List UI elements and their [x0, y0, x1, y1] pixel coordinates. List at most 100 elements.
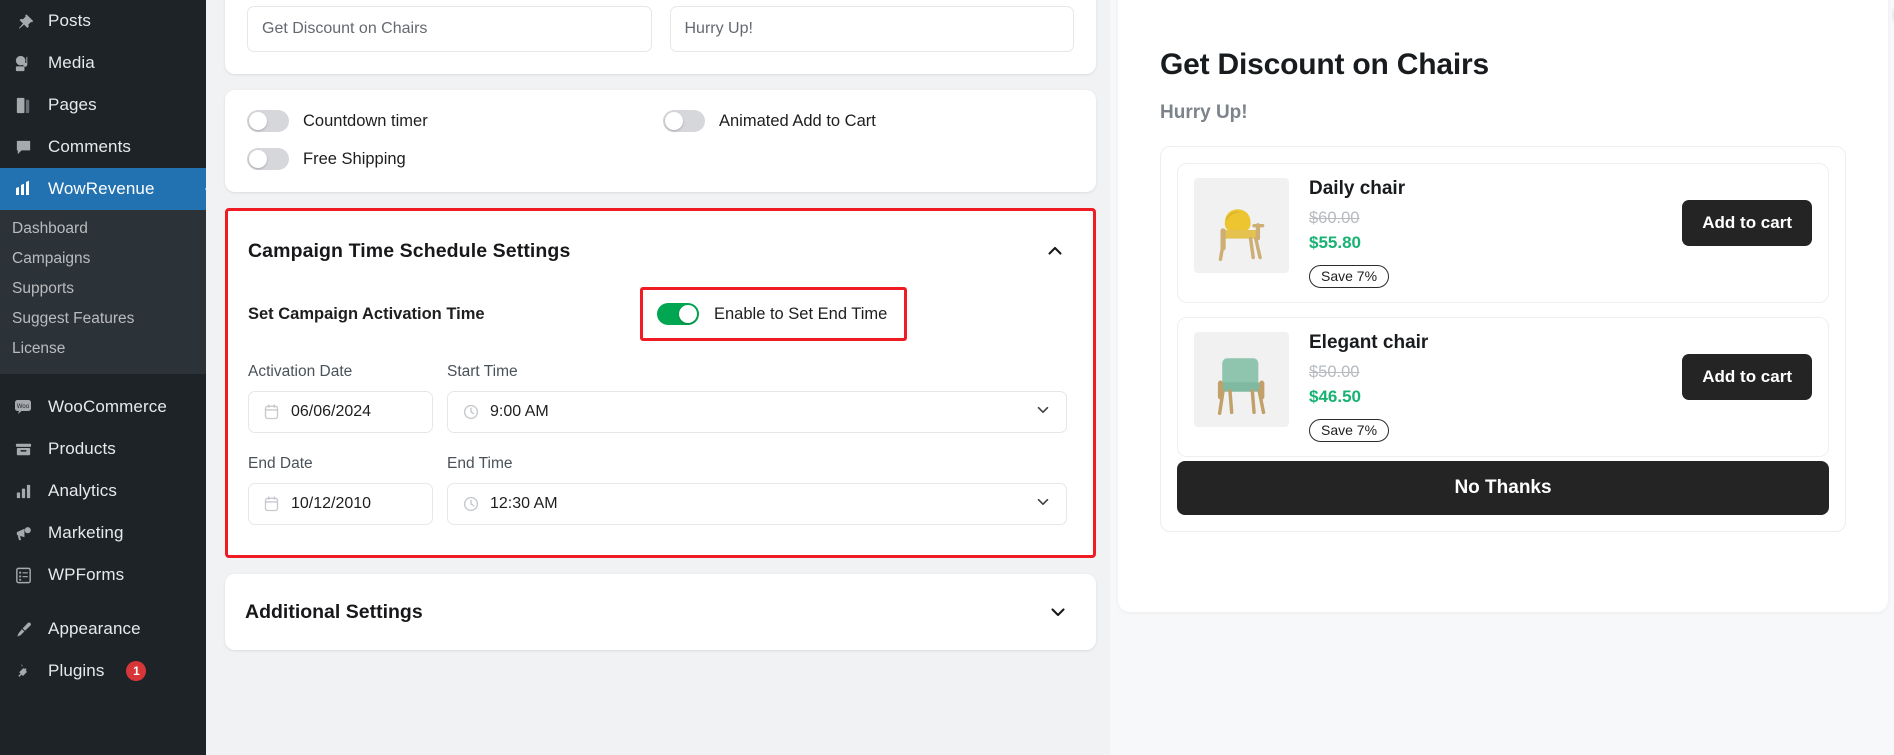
no-thanks-button[interactable]: No Thanks	[1177, 461, 1829, 515]
sidebar-item-label: Comments	[48, 137, 131, 156]
campaign-schedule-card: Campaign Time Schedule Settings Set Camp…	[228, 211, 1093, 555]
start-time-value: 9:00 AM	[490, 403, 549, 420]
wowrevenue-submenu: Dashboard Campaigns Supports Suggest Fea…	[0, 210, 206, 374]
sidebar-subitem-supports[interactable]: Supports	[0, 274, 206, 304]
sidebar-item-comments[interactable]: Comments	[0, 126, 206, 168]
additional-settings-card[interactable]: Additional Settings	[225, 574, 1096, 650]
sidebar-item-label: Appearance	[48, 619, 141, 638]
sidebar-item-marketing[interactable]: Marketing	[0, 512, 206, 554]
chevron-down-icon[interactable]	[1046, 600, 1070, 624]
sidebar-item-label: Plugins	[48, 661, 105, 680]
product-name: Elegant chair	[1309, 332, 1429, 353]
toggle-animated-add-to-cart[interactable]: Animated Add to Cart	[663, 110, 876, 132]
product-info: Elegant chair $50.00 $46.50 Save 7%	[1309, 332, 1662, 442]
enable-end-time-highlight: Enable to Set End Time	[640, 287, 908, 341]
sidebar-subitem-suggest-features[interactable]: Suggest Features	[0, 304, 206, 334]
sidebar-item-label: Pages	[48, 95, 97, 114]
calendar-icon	[263, 496, 280, 513]
campaign-title-input[interactable]: Get Discount on Chairs	[247, 6, 652, 52]
end-time-value: 12:30 AM	[490, 495, 558, 512]
activation-field-labels: Activation Date Start Time	[248, 363, 1067, 381]
schedule-section-highlight: Campaign Time Schedule Settings Set Camp…	[225, 208, 1096, 558]
wpforms-icon	[12, 564, 34, 586]
end-time-label: End Time	[447, 455, 513, 472]
sidebar-subitem-license[interactable]: License	[0, 334, 206, 364]
campaign-basic-card: Get Discount on Chairs Hurry Up!	[225, 0, 1096, 74]
animated-add-to-cart-switch[interactable]	[663, 110, 705, 132]
product-thumbnail	[1194, 332, 1289, 427]
product-action: Add to cart	[1682, 178, 1812, 246]
enable-end-time-switch[interactable]	[657, 303, 699, 325]
sidebar-item-wpforms[interactable]: WPForms	[0, 554, 206, 596]
product-info: Daily chair $60.00 $55.80 Save 7%	[1309, 178, 1662, 288]
activation-date-input[interactable]: 06/06/2024	[248, 391, 433, 433]
countdown-timer-label: Countdown timer	[303, 111, 428, 130]
product-old-price: $60.00	[1309, 209, 1360, 227]
sidebar-item-media[interactable]: Media	[0, 42, 206, 84]
product-card: Elegant chair $50.00 $46.50 Save 7% Add …	[1177, 317, 1829, 457]
campaign-features-card: Countdown timer Animated Add to Cart Fre…	[225, 90, 1096, 192]
free-shipping-label: Free Shipping	[303, 149, 406, 168]
sidebar-item-appearance[interactable]: Appearance	[0, 608, 206, 650]
product-new-price: $46.50	[1309, 387, 1361, 406]
sidebar-item-posts[interactable]: Posts	[0, 0, 206, 42]
sidebar-item-pages[interactable]: Pages	[0, 84, 206, 126]
product-name: Daily chair	[1309, 178, 1406, 199]
sidebar-item-label: Marketing	[48, 523, 124, 542]
free-shipping-switch[interactable]	[247, 148, 289, 170]
plugins-icon	[12, 660, 34, 682]
start-time-input[interactable]: 9:00 AM	[447, 391, 1067, 433]
start-time-chevron-down-icon[interactable]	[1034, 401, 1052, 424]
marketing-icon	[12, 522, 34, 544]
add-to-cart-button[interactable]: Add to cart	[1682, 354, 1812, 400]
sidebar-item-woocommerce[interactable]: Woo WooCommerce	[0, 386, 206, 428]
end-date-value: 10/12/2010	[291, 495, 372, 512]
clock-icon	[462, 404, 479, 421]
preview-title: Get Discount on Chairs	[1160, 48, 1489, 81]
wowrevenue-icon	[12, 178, 34, 200]
preview-subtitle: Hurry Up!	[1160, 102, 1248, 123]
sidebar-divider-2	[0, 596, 206, 608]
schedule-section-body: Set Campaign Activation Time Enable to S…	[228, 273, 1093, 555]
toggle-countdown-timer[interactable]: Countdown timer	[247, 110, 663, 132]
pages-icon	[12, 94, 34, 116]
add-to-cart-button[interactable]: Add to cart	[1682, 200, 1812, 246]
plugins-update-badge: 1	[126, 661, 147, 681]
preview-product-list: Daily chair $60.00 $55.80 Save 7% Add to…	[1160, 146, 1846, 532]
toggle-free-shipping[interactable]: Free Shipping	[247, 148, 663, 170]
enable-end-time-label: Enable to Set End Time	[714, 304, 888, 323]
wp-admin-sidebar: Posts Media Pages Comments WowRevenue Da…	[0, 0, 206, 755]
product-save-badge: Save 7%	[1309, 265, 1390, 288]
activation-date-value: 06/06/2024	[291, 403, 372, 420]
woocommerce-icon: Woo	[12, 396, 34, 418]
end-time-input[interactable]: 12:30 AM	[447, 483, 1067, 525]
product-old-price: $50.00	[1309, 363, 1360, 381]
sidebar-item-wowrevenue[interactable]: WowRevenue	[0, 168, 206, 210]
campaign-subtitle-input[interactable]: Hurry Up!	[669, 6, 1074, 52]
end-date-input[interactable]: 10/12/2010	[248, 483, 433, 525]
additional-settings-title: Additional Settings	[245, 600, 423, 623]
countdown-timer-switch[interactable]	[247, 110, 289, 132]
products-icon	[12, 438, 34, 460]
start-time-label: Start Time	[447, 363, 518, 380]
end-date-label: End Date	[248, 455, 313, 472]
activation-row: Set Campaign Activation Time Enable to S…	[248, 287, 1067, 341]
comments-icon	[12, 136, 34, 158]
features-row-1: Countdown timer Animated Add to Cart	[247, 110, 1074, 132]
sidebar-item-label: Media	[48, 53, 95, 72]
sidebar-item-label: Analytics	[48, 481, 117, 500]
sidebar-subitem-dashboard[interactable]: Dashboard	[0, 214, 206, 244]
sidebar-item-plugins[interactable]: Plugins 1	[0, 650, 206, 692]
activation-fields-row: 06/06/2024 9:00 AM	[248, 391, 1067, 433]
schedule-section-header[interactable]: Campaign Time Schedule Settings	[228, 211, 1093, 273]
end-time-chevron-down-icon[interactable]	[1034, 493, 1052, 516]
analytics-icon	[12, 480, 34, 502]
sidebar-item-products[interactable]: Products	[0, 428, 206, 470]
sidebar-item-analytics[interactable]: Analytics	[0, 470, 206, 512]
offer-popup-preview: Get Discount on Chairs Hurry Up! Daily c…	[1118, 0, 1894, 612]
chevron-up-icon[interactable]	[1043, 239, 1067, 263]
sidebar-item-label: Products	[48, 439, 116, 458]
sidebar-subitem-campaigns[interactable]: Campaigns	[0, 244, 206, 274]
app-screen: Posts Media Pages Comments WowRevenue Da…	[0, 0, 1894, 755]
sidebar-item-label: WPForms	[48, 565, 125, 584]
